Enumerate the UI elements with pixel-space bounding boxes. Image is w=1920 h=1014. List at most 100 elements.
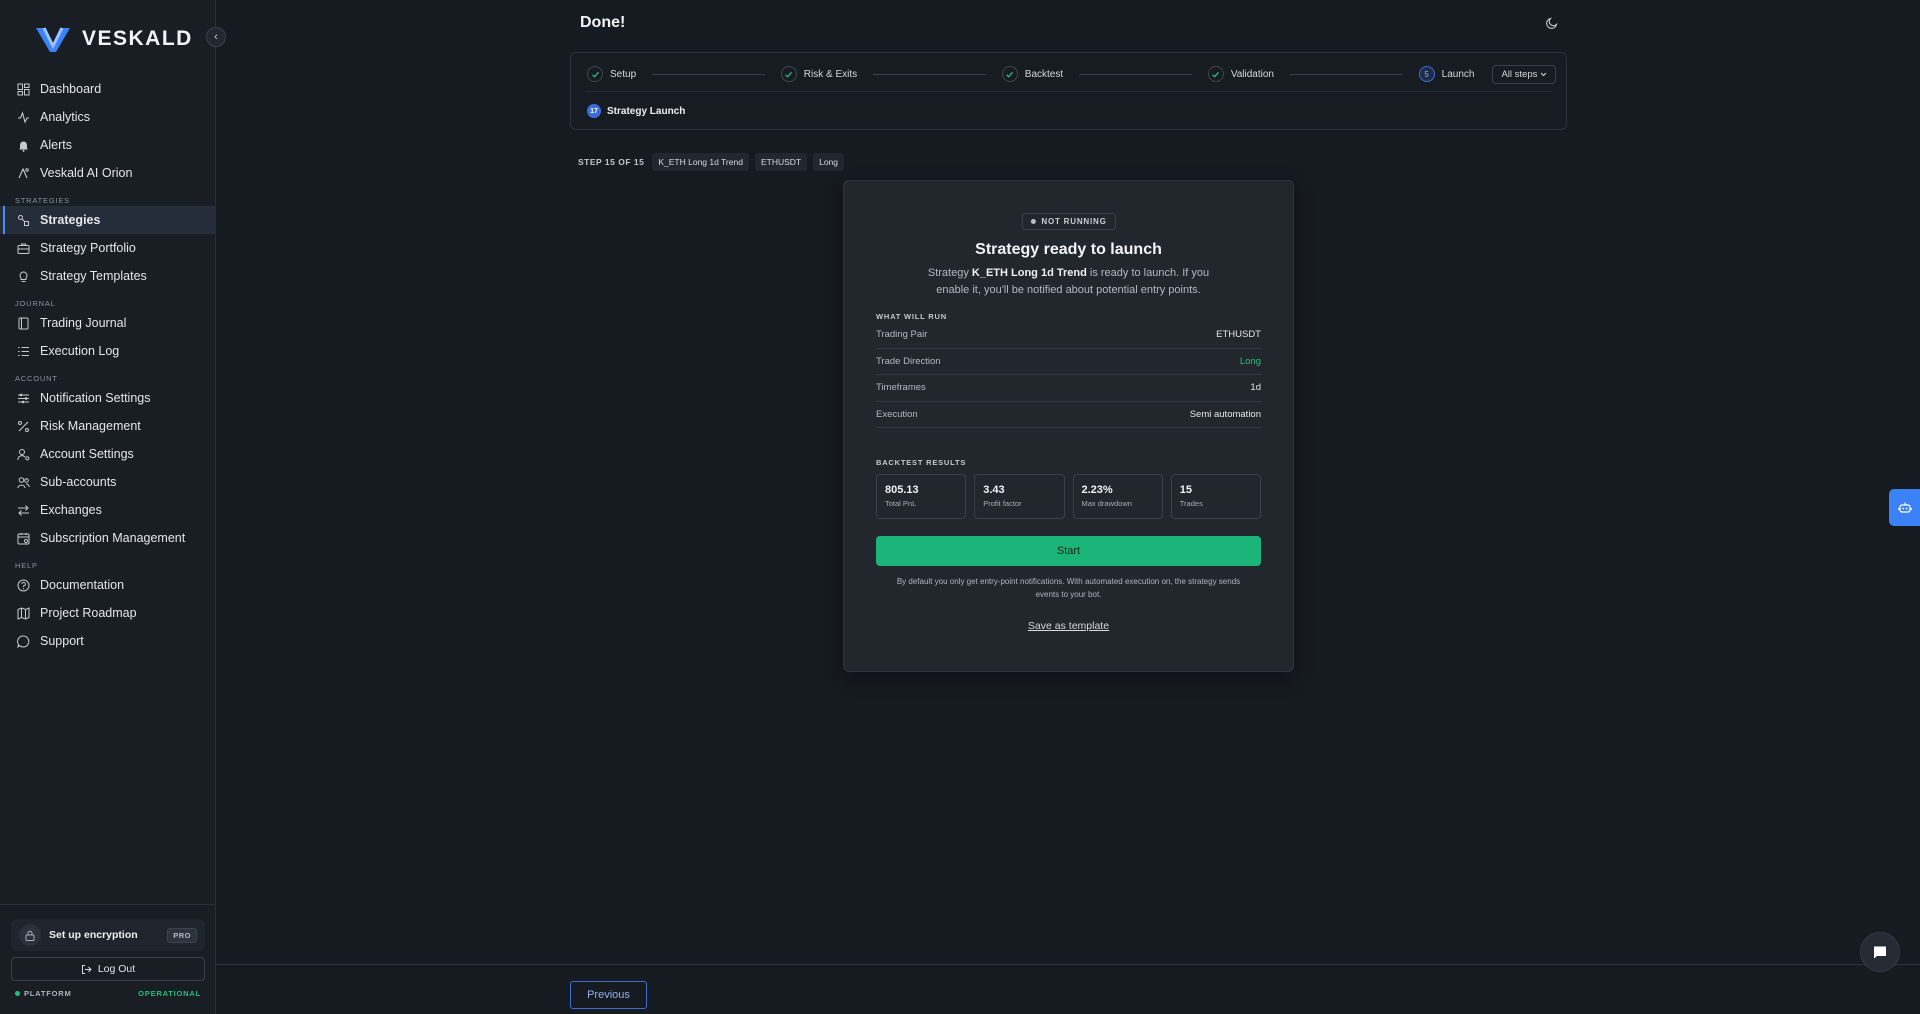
pro-badge: PRO (167, 927, 197, 943)
sidebar-item-account-settings[interactable]: Account Settings (0, 440, 216, 468)
step-label: Backtest (1024, 68, 1064, 80)
sidebar-item-risk-management[interactable]: Risk Management (0, 412, 216, 440)
moon-icon (1546, 17, 1558, 29)
detail-key: Execution (876, 408, 918, 420)
chat-button[interactable] (1860, 932, 1900, 972)
logout-button[interactable]: Log Out (11, 957, 205, 981)
wizard-stepper: Setup Risk & Exits Backtest Validation 5 Laun… (570, 52, 1567, 130)
run-details: Trading Pair ETHUSDT Trade Direction Long Ti… (876, 322, 1261, 428)
logout-label: Log Out (97, 963, 136, 975)
detail-key: Trade Direction (876, 355, 941, 367)
user-gear-icon (16, 447, 30, 461)
sidebar-item-dashboard[interactable]: Dashboard (0, 75, 216, 103)
metric-value: 3.43 (983, 484, 1005, 496)
sidebar-item-analytics[interactable]: Analytics (0, 103, 216, 131)
step-label: Setup (610, 68, 637, 80)
metric-value: 805.13 (885, 484, 919, 496)
detail-key: Timeframes (876, 382, 926, 394)
sidebar-item-strategies[interactable]: Strategies (0, 206, 216, 234)
step-risk-exits[interactable]: Risk & Exits (780, 66, 857, 82)
step-number-badge: 5 (1418, 66, 1435, 82)
step-connector (873, 73, 986, 75)
chat-bubble-icon (1874, 946, 1886, 958)
start-button[interactable]: Start (876, 536, 1261, 566)
step-launch[interactable]: 5 Launch (1418, 66, 1475, 82)
strategy-chip: K_ETH Long 1d Trend (652, 153, 749, 171)
sidebar-item-label: Account Settings (40, 447, 134, 461)
launch-card: NOT RUNNING Strategy ready to launch Str… (843, 180, 1294, 672)
platform-status-value: OPERATIONAL (138, 989, 201, 998)
logout-icon (81, 964, 92, 974)
sidebar-item-veskald-ai-orion[interactable]: Veskald AI Orion (0, 159, 216, 187)
detail-row-trade-direction: Trade Direction Long (876, 349, 1261, 375)
metric-label: Total PnL (885, 499, 917, 508)
sidebar-item-strategy-templates[interactable]: Strategy Templates (0, 262, 216, 290)
briefcase-icon (16, 241, 30, 255)
sidebar-item-project-roadmap[interactable]: Project Roadmap (0, 599, 216, 627)
book-icon (16, 316, 30, 330)
status-text: NOT RUNNING (1041, 217, 1107, 226)
metric-label: Max drawdown (1081, 499, 1132, 508)
chevron-down-icon (1537, 69, 1547, 80)
sidebar-item-subscription-management[interactable]: Subscription Management (0, 524, 216, 552)
check-icon (1001, 66, 1018, 82)
detail-value: Long (1239, 355, 1261, 367)
sidebar-item-label: Documentation (40, 578, 125, 592)
setup-encryption-button[interactable]: Set up encryption PRO (11, 919, 205, 951)
step-setup[interactable]: Setup (587, 66, 636, 82)
step-backtest[interactable]: Backtest (1001, 66, 1064, 82)
sidebar-item-exchanges[interactable]: Exchanges (0, 496, 216, 524)
analytics-icon (16, 110, 30, 124)
sidebar-item-sub-accounts[interactable]: Sub-accounts (0, 468, 216, 496)
sidebar-item-support[interactable]: Support (0, 627, 216, 655)
status-dot-icon (1030, 219, 1036, 224)
metric-max-drawdown: 2.23% Max drawdown (1072, 474, 1163, 519)
sidebar-section-journal: JOURNAL (15, 299, 56, 308)
detail-value: 1d (1250, 382, 1261, 394)
platform-label: PLATFORM (24, 989, 72, 998)
detail-key: Trading Pair (876, 329, 928, 341)
step-counter: STEP 15 OF 15 (578, 157, 645, 167)
substep-number: 17 (587, 104, 601, 118)
strategy-name: K_ETH Long 1d Trend (971, 267, 1087, 279)
logo[interactable]: VESKALD (34, 24, 193, 54)
check-icon (1207, 66, 1224, 82)
sidebar: VESKALD ‹ Dashboard Analytics Alerts Veskal… (0, 0, 226, 1014)
sidebar-item-trading-journal[interactable]: Trading Journal (0, 309, 216, 337)
veskald-logo-icon (36, 27, 70, 52)
sidebar-footer: Set up encryption PRO Log Out PLATFORM O… (0, 904, 216, 1014)
save-as-template-link[interactable]: Save as template (844, 620, 1293, 632)
bell-icon (16, 138, 30, 152)
substep-label: Strategy Launch (607, 105, 686, 117)
sidebar-item-notification-settings[interactable]: Notification Settings (0, 384, 216, 412)
status-badge: NOT RUNNING (1021, 213, 1116, 230)
step-validation[interactable]: Validation (1207, 66, 1274, 82)
collapse-sidebar-button[interactable]: ‹ (206, 27, 226, 47)
metric-value: 15 (1179, 484, 1192, 496)
steps-row: Setup Risk & Exits Backtest Validation 5 Laun… (587, 64, 1557, 84)
metric-label: Profit factor (983, 499, 1022, 508)
setup-encryption-label: Set up encryption (49, 929, 138, 941)
backtest-results-label: BACKTEST RESULTS (876, 458, 967, 467)
theme-toggle-button[interactable] (1545, 16, 1559, 30)
sidebar-item-alerts[interactable]: Alerts (0, 131, 216, 159)
step-connector (1079, 73, 1192, 75)
step-label: Launch (1441, 68, 1475, 80)
sidebar-item-label: Sub-accounts (40, 475, 117, 489)
current-substep: 17 Strategy Launch (587, 104, 685, 118)
sidebar-item-label: Subscription Management (40, 531, 186, 545)
detail-value: ETHUSDT (1216, 329, 1261, 341)
sidebar-item-strategy-portfolio[interactable]: Strategy Portfolio (0, 234, 216, 262)
calendar-icon (16, 531, 30, 545)
sidebar-item-label: Strategy Portfolio (40, 241, 136, 255)
bot-panel-tab[interactable] (1889, 489, 1920, 526)
previous-button[interactable]: Previous (570, 981, 647, 1009)
robot-icon (1897, 502, 1912, 513)
all-steps-dropdown[interactable]: All steps (1492, 64, 1557, 84)
step-connector (652, 73, 765, 75)
ai-icon (16, 166, 30, 180)
page-title: Done! (580, 14, 626, 31)
sidebar-item-execution-log[interactable]: Execution Log (0, 337, 216, 365)
sidebar-item-label: Execution Log (40, 344, 120, 358)
sidebar-item-documentation[interactable]: Documentation (0, 571, 216, 599)
